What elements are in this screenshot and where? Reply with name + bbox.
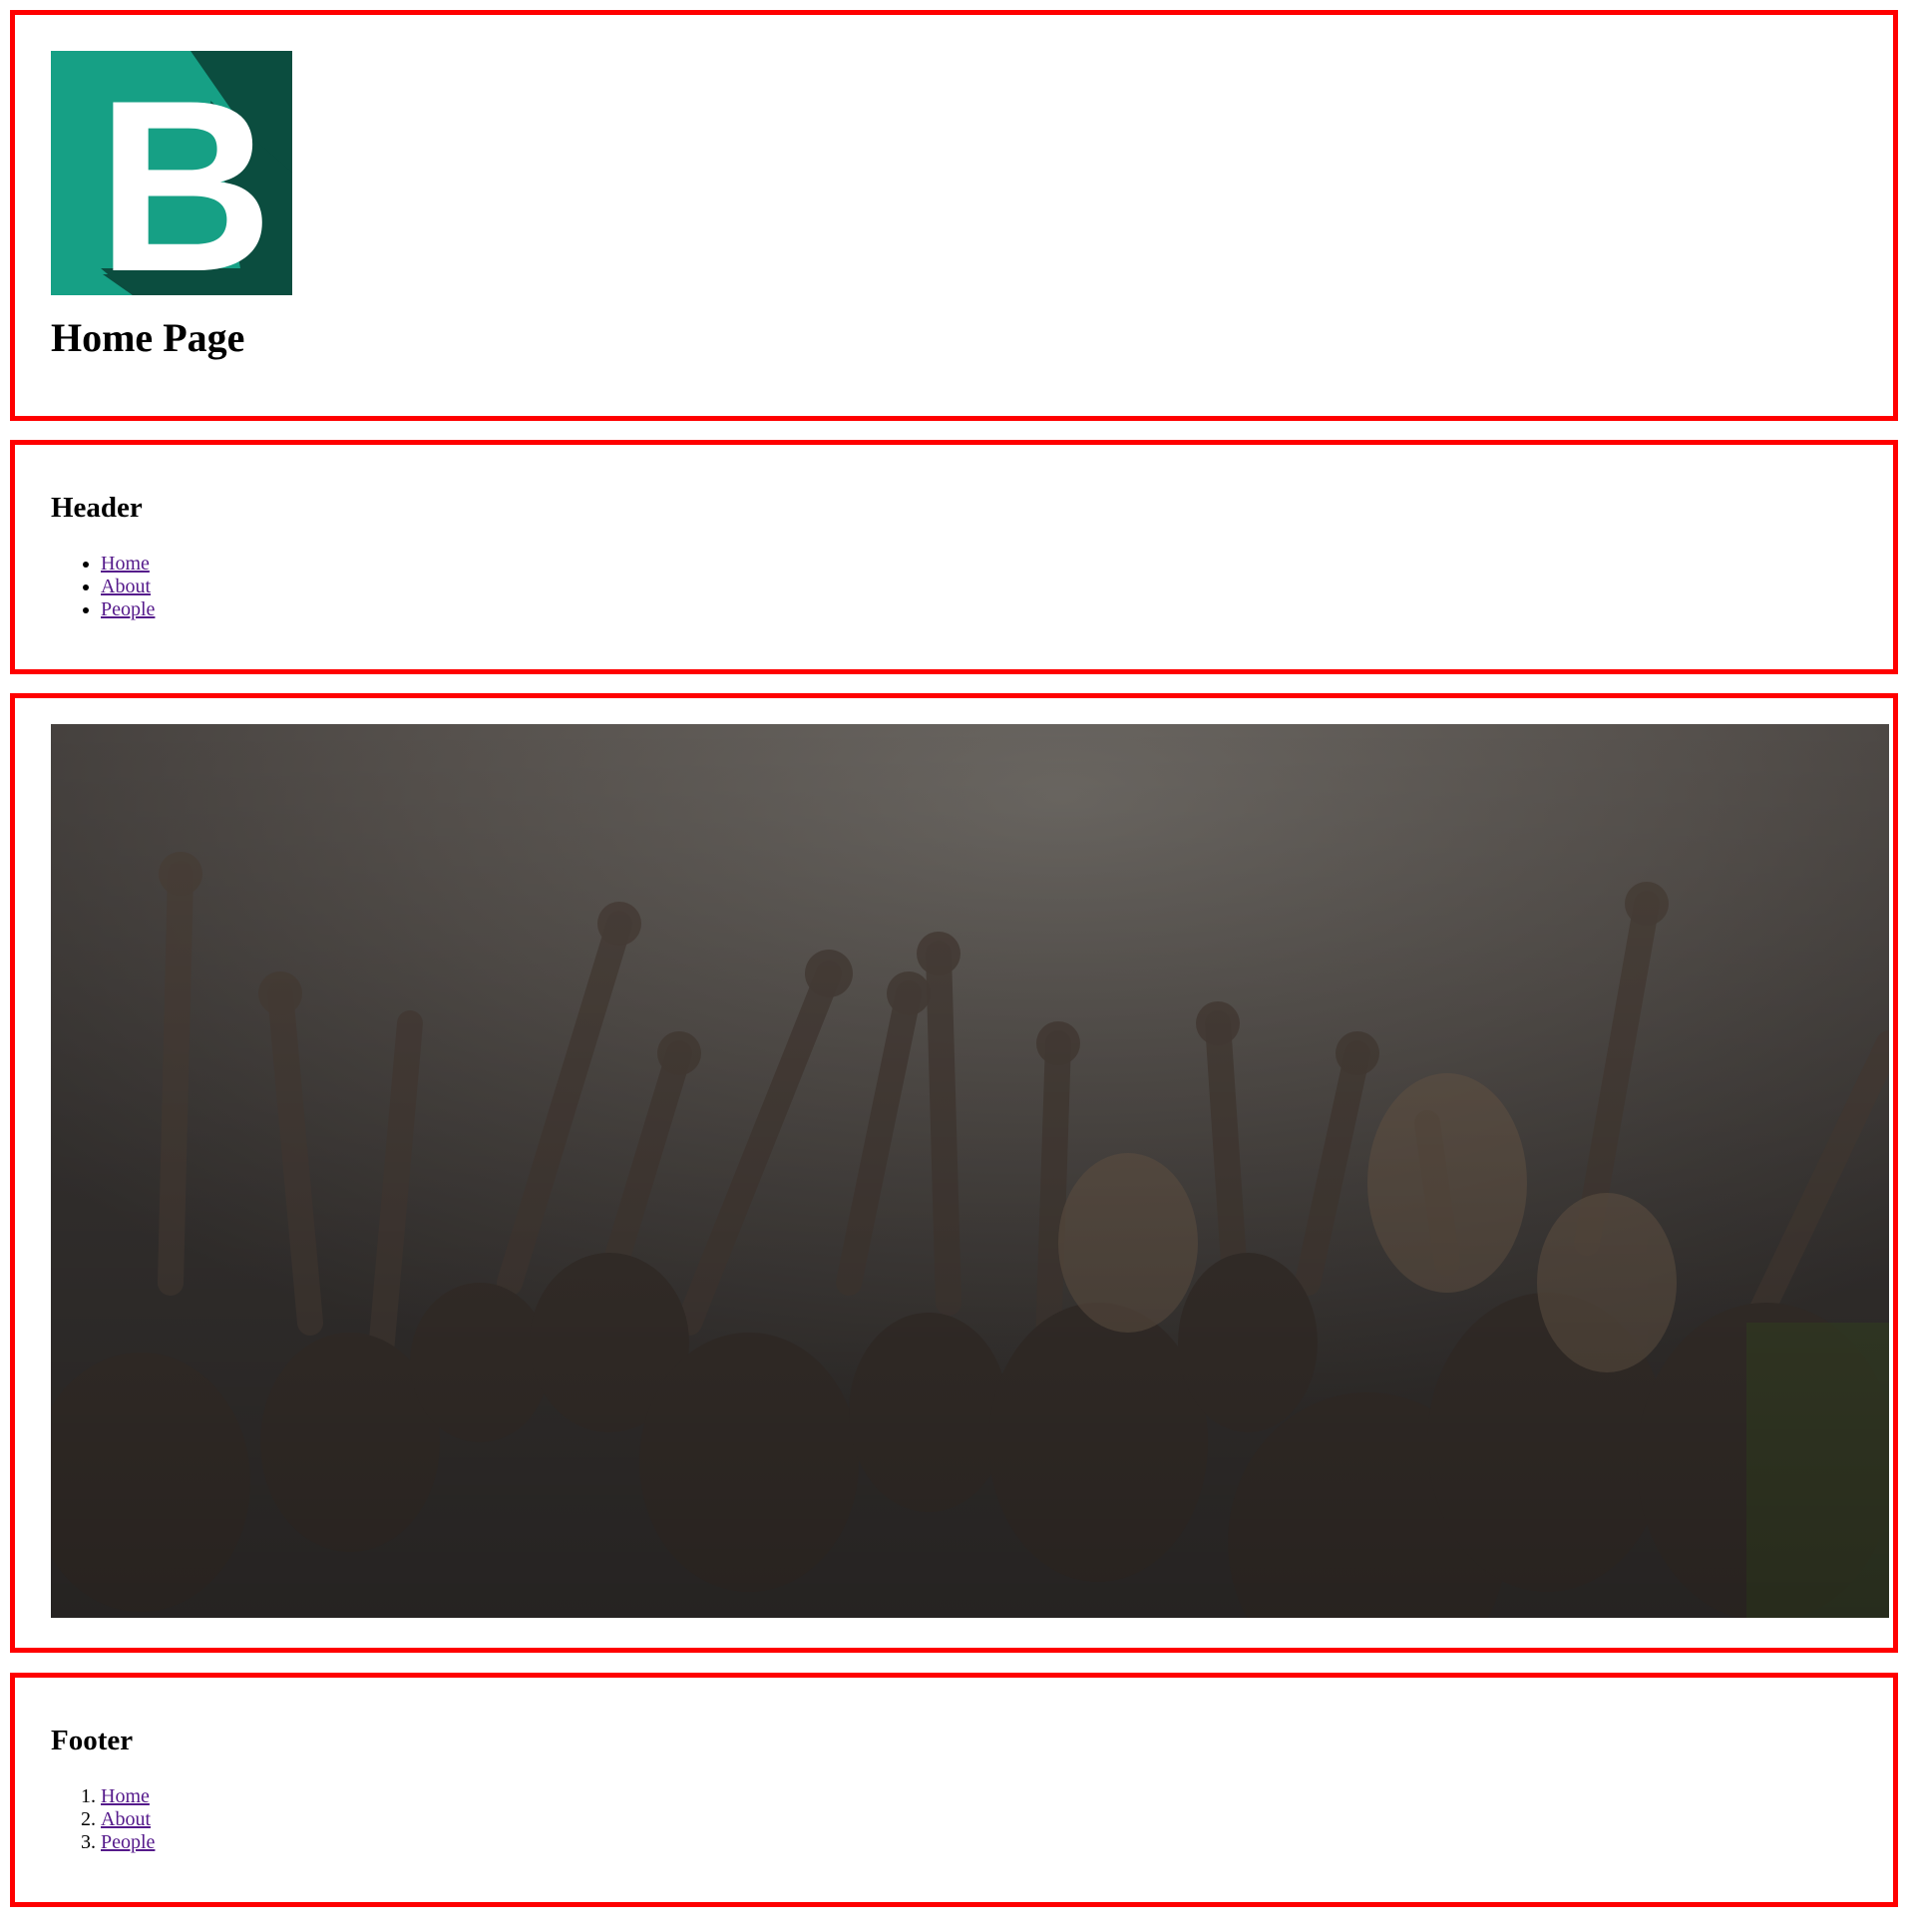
header-link-people[interactable]: People — [101, 598, 155, 620]
header-nav-list: Home About People — [51, 553, 155, 621]
header-section: Header Home About People — [10, 440, 1898, 674]
list-item: Home — [101, 553, 155, 576]
logo-section: B Home Page — [10, 10, 1898, 421]
list-item: Home — [101, 1785, 155, 1808]
footer-section: Footer Home About People — [10, 1673, 1898, 1907]
footer-link-people[interactable]: People — [101, 1831, 155, 1853]
list-item: About — [101, 1808, 155, 1831]
list-item: About — [101, 576, 155, 598]
footer-title: Footer — [51, 1725, 134, 1756]
footer-link-about[interactable]: About — [101, 1808, 151, 1830]
header-link-home[interactable]: Home — [101, 553, 150, 575]
svg-text:B: B — [97, 51, 273, 295]
list-item: People — [101, 598, 155, 621]
footer-link-home[interactable]: Home — [101, 1785, 150, 1807]
list-item: People — [101, 1831, 155, 1854]
concert-crowd-image — [51, 724, 1889, 1618]
page-title: Home Page — [51, 315, 245, 360]
footer-nav-list: Home About People — [51, 1785, 155, 1854]
b-logo-icon: B — [51, 49, 292, 322]
header-title: Header — [51, 492, 143, 524]
header-link-about[interactable]: About — [101, 576, 151, 597]
hero-section — [10, 693, 1898, 1653]
